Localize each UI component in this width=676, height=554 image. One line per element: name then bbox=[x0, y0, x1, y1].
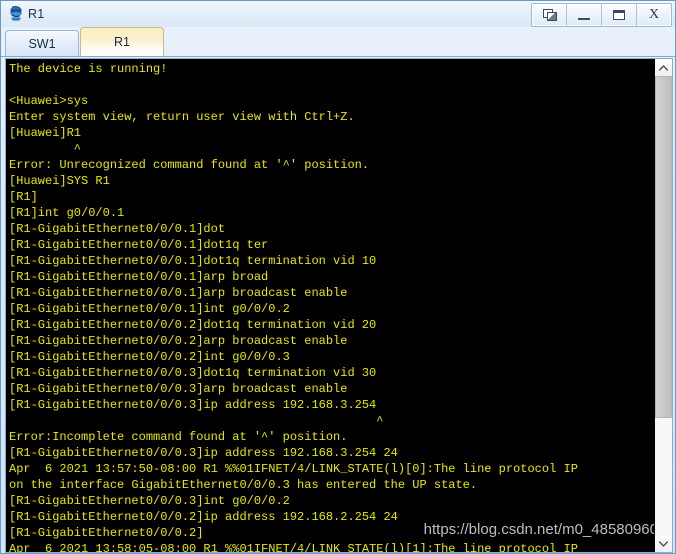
tab-r1-label: R1 bbox=[114, 35, 130, 49]
router-icon bbox=[7, 5, 25, 23]
chevron-up-icon bbox=[659, 64, 668, 71]
restore-button[interactable] bbox=[532, 4, 567, 26]
restore-icon bbox=[542, 9, 557, 21]
tab-bar: SW1 R1 bbox=[1, 27, 675, 57]
close-button[interactable]: X bbox=[637, 4, 671, 26]
tab-sw1[interactable]: SW1 bbox=[5, 30, 79, 56]
vertical-scrollbar[interactable] bbox=[654, 59, 672, 552]
terminal-output-area[interactable]: The device is running! <Huawei>sys Enter… bbox=[6, 59, 654, 552]
window-title: R1 bbox=[28, 7, 45, 21]
chevron-down-icon bbox=[659, 540, 668, 547]
scrollbar-track[interactable] bbox=[655, 76, 672, 535]
console-text: The device is running! <Huawei>sys Enter… bbox=[9, 62, 578, 552]
scroll-up-button[interactable] bbox=[655, 59, 672, 76]
minimize-button[interactable] bbox=[567, 4, 602, 26]
tab-sw1-label: SW1 bbox=[28, 36, 56, 51]
scrollbar-thumb[interactable] bbox=[655, 76, 672, 418]
tab-r1[interactable]: R1 bbox=[80, 27, 164, 56]
minimize-icon bbox=[578, 17, 590, 20]
close-icon: X bbox=[648, 7, 660, 22]
title-bar: R1 X bbox=[1, 1, 675, 27]
terminal-window: R1 X SW1 R1 The device is running! <Huaw… bbox=[0, 0, 676, 554]
scroll-down-button[interactable] bbox=[655, 535, 672, 552]
maximize-button[interactable] bbox=[602, 4, 637, 26]
window-controls: X bbox=[531, 3, 672, 27]
console-panel: The device is running! <Huawei>sys Enter… bbox=[5, 58, 673, 553]
maximize-icon bbox=[613, 10, 625, 20]
